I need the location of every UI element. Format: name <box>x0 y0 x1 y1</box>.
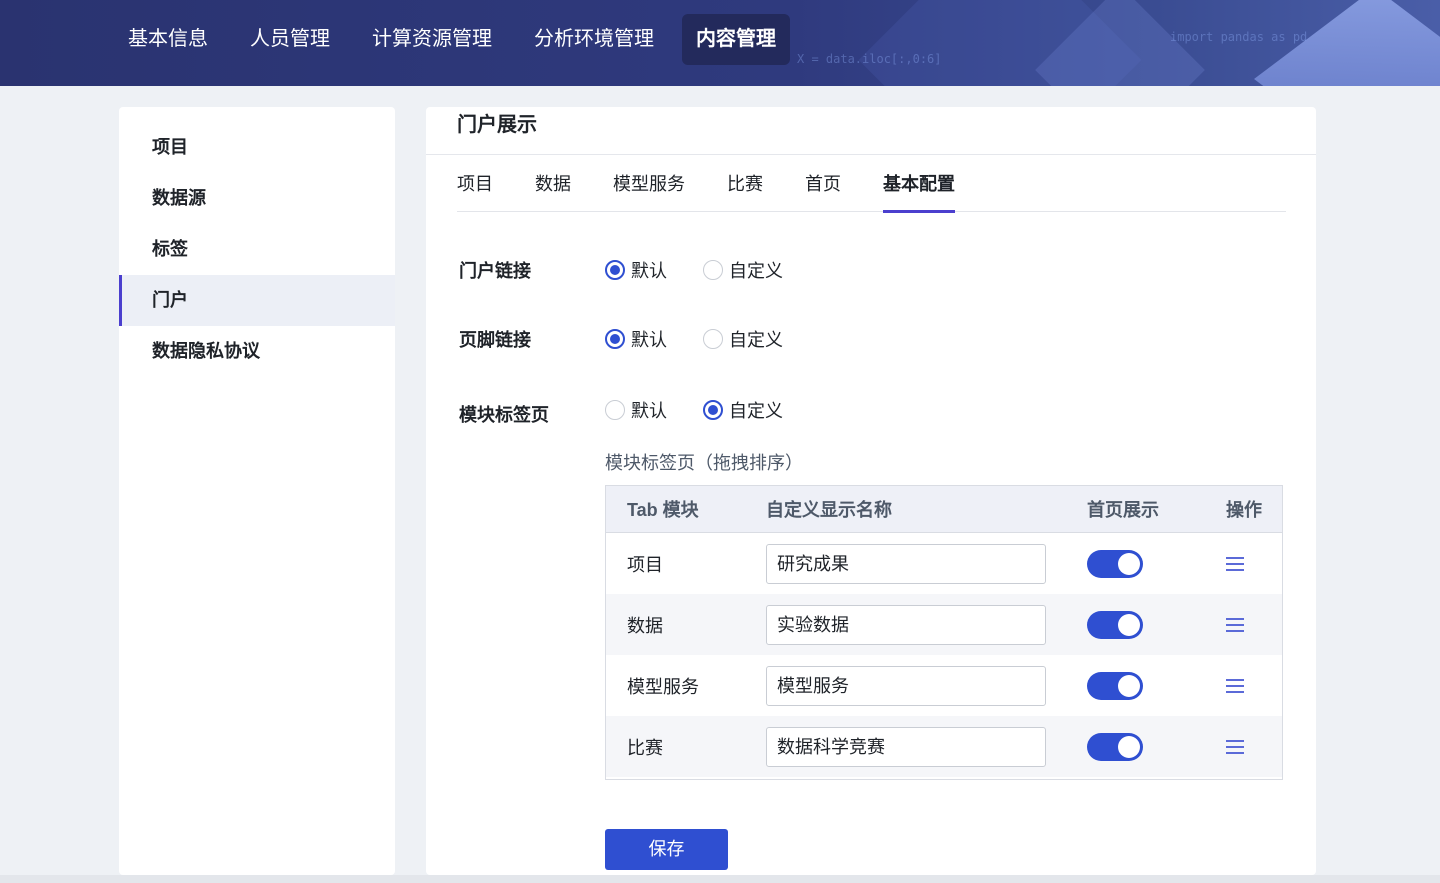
sidebar-item-tags[interactable]: 标签 <box>119 224 395 275</box>
header-display-name: 自定义显示名称 <box>766 500 892 520</box>
tab-projects[interactable]: 项目 <box>457 169 493 212</box>
tab-homepage[interactable]: 首页 <box>805 169 841 212</box>
decorative-code-text: import pandas as pd <box>1170 30 1308 44</box>
home-show-toggle[interactable] <box>1087 732 1143 761</box>
header-home-show: 首页展示 <box>1087 500 1159 520</box>
tab-bar: 项目 数据 模型服务 比赛 首页 基本配置 <box>457 169 1286 213</box>
save-button[interactable]: 保存 <box>605 829 728 870</box>
portal-link-label: 门户链接 <box>459 261 531 281</box>
nav-item-basic-info[interactable]: 基本信息 <box>114 14 222 65</box>
nav-item-personnel[interactable]: 人员管理 <box>236 14 344 65</box>
radio-unchecked-icon[interactable] <box>703 329 723 349</box>
display-name-input[interactable]: 数据科学竞赛 <box>766 726 1046 767</box>
radio-label: 默认 <box>631 401 667 421</box>
radio-label: 自定义 <box>729 330 783 350</box>
page-bottom-edge <box>0 875 1440 883</box>
tab-data[interactable]: 数据 <box>535 169 571 212</box>
main-nav: 基本信息 人员管理 计算资源管理 分析环境管理 内容管理 <box>114 14 804 65</box>
top-nav-bar: import pandas as pd X = data.iloc[:,0:6]… <box>0 0 1440 86</box>
module-tabs-label: 模块标签页 <box>459 405 549 425</box>
main-panel: 门户展示 项目 数据 模型服务 比赛 首页 基本配置 门户链接 默认 自定义 页… <box>426 107 1316 875</box>
nav-item-analysis-env[interactable]: 分析环境管理 <box>520 14 668 65</box>
table-row: 模型服务 模型服务 <box>606 655 1282 716</box>
drag-handle-icon[interactable] <box>1226 739 1244 754</box>
radio-label: 默认 <box>631 261 667 281</box>
footer-link-default-radio[interactable]: 默认 <box>605 326 667 352</box>
display-name-input[interactable]: 模型服务 <box>766 665 1046 706</box>
module-name: 数据 <box>627 615 663 636</box>
decorative-code-text: X = data.iloc[:,0:6] <box>797 52 942 66</box>
radio-checked-icon[interactable] <box>605 329 625 349</box>
radio-label: 自定义 <box>729 261 783 281</box>
display-name-input[interactable]: 研究成果 <box>766 543 1046 584</box>
module-table: Tab 模块 自定义显示名称 首页展示 操作 项目 研究成果 数据 实验数据 模… <box>605 485 1283 780</box>
table-row: 项目 研究成果 <box>606 533 1282 594</box>
home-show-toggle[interactable] <box>1087 671 1143 700</box>
sidebar-item-portal[interactable]: 门户 <box>119 275 395 326</box>
portal-link-row: 门户链接 默认 自定义 <box>459 257 819 283</box>
radio-checked-icon[interactable] <box>703 400 723 420</box>
radio-unchecked-icon[interactable] <box>605 400 625 420</box>
sidebar-item-privacy[interactable]: 数据隐私协议 <box>119 326 395 377</box>
radio-checked-icon[interactable] <box>605 260 625 280</box>
module-name: 项目 <box>627 554 663 575</box>
portal-link-default-radio[interactable]: 默认 <box>605 257 667 283</box>
drag-handle-icon[interactable] <box>1226 556 1244 571</box>
module-name: 比赛 <box>627 737 663 758</box>
module-table-subtitle: 模块标签页（拖拽排序） <box>605 453 803 473</box>
footer-link-row: 页脚链接 默认 自定义 <box>459 326 819 352</box>
module-name: 模型服务 <box>627 676 699 697</box>
footer-link-label: 页脚链接 <box>459 330 531 350</box>
header-action: 操作 <box>1226 500 1262 520</box>
tab-basic-config[interactable]: 基本配置 <box>883 169 955 213</box>
display-name-input[interactable]: 实验数据 <box>766 604 1046 645</box>
radio-label: 自定义 <box>729 401 783 421</box>
sidebar: 项目 数据源 标签 门户 数据隐私协议 <box>119 107 395 875</box>
drag-handle-icon[interactable] <box>1226 617 1244 632</box>
tab-model-services[interactable]: 模型服务 <box>613 169 685 212</box>
nav-item-compute-resources[interactable]: 计算资源管理 <box>358 14 506 65</box>
module-tabs-custom-radio[interactable]: 自定义 <box>703 397 783 423</box>
tab-competitions[interactable]: 比赛 <box>727 169 763 212</box>
home-show-toggle[interactable] <box>1087 549 1143 578</box>
footer-link-custom-radio[interactable]: 自定义 <box>703 326 783 352</box>
nav-item-content[interactable]: 内容管理 <box>682 14 790 65</box>
header-module: Tab 模块 <box>627 500 699 520</box>
sidebar-item-projects[interactable]: 项目 <box>119 122 395 173</box>
radio-unchecked-icon[interactable] <box>703 260 723 280</box>
portal-link-custom-radio[interactable]: 自定义 <box>703 257 783 283</box>
sidebar-item-data-sources[interactable]: 数据源 <box>119 173 395 224</box>
module-tabs-default-radio[interactable]: 默认 <box>605 397 667 423</box>
table-row: 比赛 数据科学竞赛 <box>606 716 1282 777</box>
table-header: Tab 模块 自定义显示名称 首页展示 操作 <box>606 486 1282 533</box>
radio-label: 默认 <box>631 330 667 350</box>
module-tabs-row: 模块标签页 默认 自定义 <box>459 393 819 427</box>
drag-handle-icon[interactable] <box>1226 678 1244 693</box>
table-row: 数据 实验数据 <box>606 594 1282 655</box>
page-title: 门户展示 <box>426 107 1316 155</box>
home-show-toggle[interactable] <box>1087 610 1143 639</box>
